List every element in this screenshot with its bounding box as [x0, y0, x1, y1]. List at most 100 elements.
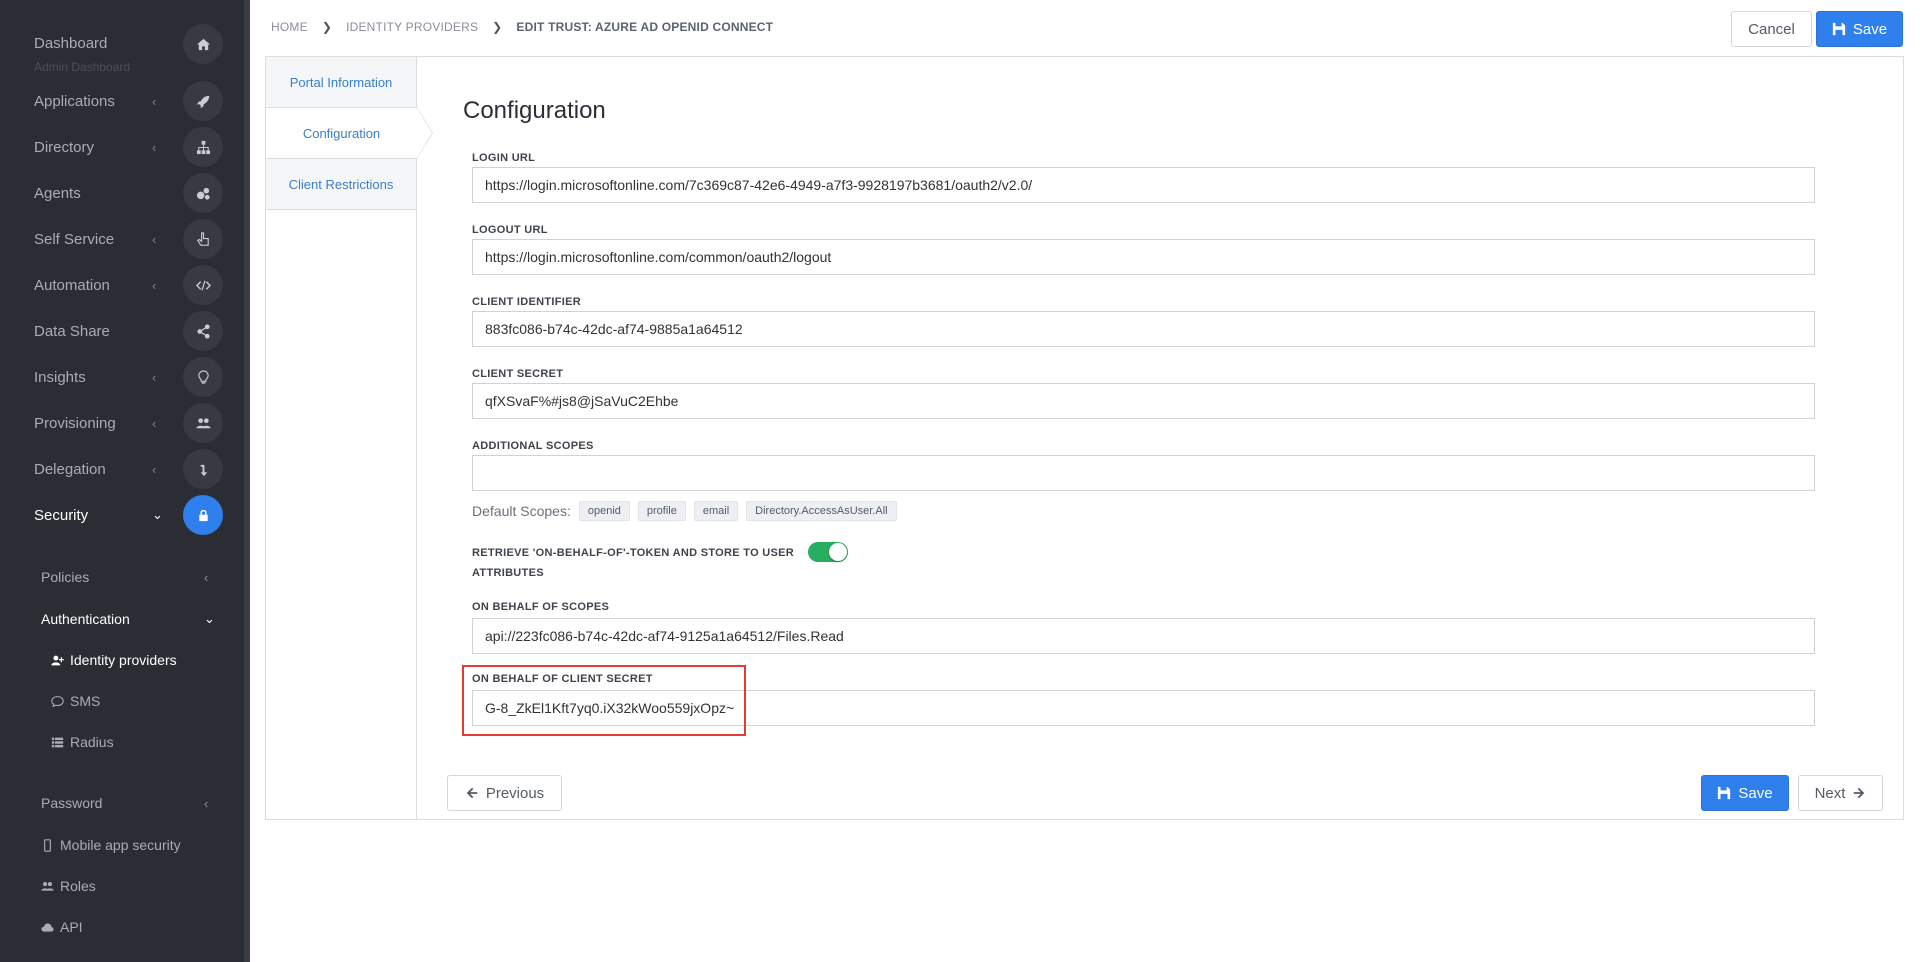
login-url-label: LOGIN URL	[472, 152, 536, 164]
nav-label: Self Service	[34, 230, 115, 248]
subnav-item-mobile-app-security[interactable]: Mobile app security	[0, 830, 244, 860]
nav-item-delegation[interactable]: Delegation ‹	[0, 446, 244, 492]
nav-label: Directory	[34, 138, 95, 156]
subnav-item-radius[interactable]: Radius	[0, 727, 244, 757]
nav-label: Dashboard	[34, 35, 108, 52]
subnav-label-wrap: Identity providers	[51, 652, 177, 668]
previous-button[interactable]: Previous	[447, 775, 562, 811]
obo-token-toggle-label: RETRIEVE 'ON-BEHALF-OF'-TOKEN AND STORE …	[472, 547, 795, 579]
nav-item-data-share[interactable]: Data Share	[0, 308, 244, 354]
nav-label: Insights	[34, 368, 86, 386]
mobile-icon	[44, 838, 51, 852]
nav-label: Provisioning	[34, 414, 116, 432]
subnav-label-wrap: SMS	[51, 693, 100, 709]
nav-label: Agents	[34, 184, 81, 202]
obo-token-toggle[interactable]	[808, 542, 848, 562]
main-nav: Dashboard Admin Dashboard Applications ‹…	[0, 0, 244, 541]
tab-label: Configuration	[302, 125, 381, 141]
subnav-label: Password	[41, 795, 103, 811]
additional-scopes-input[interactable]	[472, 455, 1815, 491]
next-button[interactable]: Next	[1798, 775, 1883, 811]
tab-client-restrictions[interactable]: Client Restrictions	[266, 159, 417, 210]
nav-item-agents[interactable]: Agents	[0, 170, 244, 216]
breadcrumb-home[interactable]: HOME	[271, 20, 308, 34]
client-secret-input[interactable]	[472, 383, 1815, 419]
lock-icon	[183, 495, 223, 535]
scope-tag: email	[693, 501, 739, 521]
edit-trust-panel: Portal Information Configuration Client …	[265, 56, 1904, 820]
subnav-label-wrap: Roles	[41, 878, 96, 894]
footer-save-button-label: Save	[1738, 784, 1773, 802]
subnav-label-wrap: Mobile app security	[41, 837, 181, 853]
dashboard-subtitle: Admin Dashboard	[34, 60, 131, 74]
save-button[interactable]: Save	[1816, 11, 1903, 47]
subnav-label: Roles	[60, 878, 96, 894]
subnav-item-policies[interactable]: Policies ‹	[0, 562, 244, 592]
users-icon	[41, 881, 54, 891]
scope-tag: Directory.AccessAsUser.All	[746, 501, 897, 521]
sidebar: Dashboard Admin Dashboard Applications ‹…	[0, 0, 250, 962]
additional-scopes-label: ADDITIONAL SCOPES	[472, 440, 594, 452]
nav-item-security[interactable]: Security ⌄	[0, 492, 244, 538]
chevron-right-icon: ❯	[492, 20, 503, 34]
subnav-label: API	[60, 919, 83, 935]
tab-configuration[interactable]: Configuration	[266, 107, 433, 159]
breadcrumb-current: EDIT TRUST: AZURE AD OPENID CONNECT	[516, 20, 774, 34]
chevron-left-icon: ‹	[152, 369, 157, 385]
logout-url-input[interactable]	[472, 239, 1815, 275]
nav-item-directory[interactable]: Directory ‹	[0, 124, 244, 170]
next-button-label: Next	[1814, 784, 1846, 802]
nav-label: Security	[34, 506, 89, 524]
subnav-label: Policies	[41, 569, 90, 585]
obo-client-secret-input[interactable]	[472, 690, 1815, 726]
scope-tag: profile	[637, 501, 686, 521]
save-icon	[1718, 786, 1731, 800]
list-icon	[51, 737, 64, 747]
subnav-item-authentication[interactable]: Authentication ⌄	[0, 604, 244, 634]
tab-portal-information[interactable]: Portal Information	[266, 57, 417, 108]
client-identifier-label: CLIENT IDENTIFIER	[472, 296, 581, 308]
subnav-item-api[interactable]: API	[0, 912, 244, 942]
nav-item-automation[interactable]: Automation ‹	[0, 262, 244, 308]
nav-item-applications[interactable]: Applications ‹	[0, 78, 244, 124]
cancel-button[interactable]: Cancel	[1731, 11, 1812, 47]
breadcrumb: HOME ❯ IDENTITY PROVIDERS ❯ EDIT TRUST: …	[271, 20, 773, 34]
subnav-item-identity-providers[interactable]: Identity providers	[0, 645, 244, 675]
chevron-right-icon: ❯	[321, 20, 333, 34]
subnav-label: Identity providers	[70, 652, 177, 668]
nav-label: Applications	[34, 92, 115, 110]
chevron-left-icon: ‹	[152, 277, 157, 293]
nav-label: Delegation	[34, 460, 106, 478]
sidebar-edge	[244, 0, 250, 962]
wizard-tabs: Portal Information Configuration Client …	[266, 57, 433, 210]
chevron-left-icon: ‹	[204, 795, 209, 811]
users-icon	[183, 403, 223, 443]
subnav-item-roles[interactable]: Roles	[0, 871, 244, 901]
subnav-label: Mobile app security	[60, 837, 181, 853]
security-subnav: Policies ‹ Authentication ⌄ Identity pro…	[0, 541, 244, 962]
toggle-knob	[829, 543, 847, 561]
chevron-left-icon: ‹	[152, 93, 157, 109]
subnav-label: Authentication	[41, 611, 130, 627]
home-icon	[183, 24, 223, 64]
login-url-input[interactable]	[472, 167, 1815, 203]
nav-item-provisioning[interactable]: Provisioning ‹	[0, 400, 244, 446]
obo-scopes-input[interactable]	[472, 618, 1815, 654]
footer-save-button[interactable]: Save	[1701, 775, 1789, 811]
code-icon	[183, 265, 223, 305]
obo-client-secret-label: ON BEHALF OF CLIENT SECRET	[472, 673, 653, 685]
sitemap-icon	[183, 127, 223, 167]
arrow-left-icon	[466, 787, 478, 799]
chevron-left-icon: ‹	[152, 461, 157, 477]
subnav-item-sms[interactable]: SMS	[0, 686, 244, 716]
tab-label: Client Restrictions	[288, 176, 394, 192]
scope-tag: openid	[578, 501, 630, 521]
nav-item-insights[interactable]: Insights ‹	[0, 354, 244, 400]
chevron-down-icon: ⌄	[152, 507, 163, 522]
share-icon	[183, 311, 223, 351]
nav-item-self-service[interactable]: Self Service ‹	[0, 216, 244, 262]
subnav-item-password[interactable]: Password ‹	[0, 788, 244, 818]
breadcrumb-identity-providers[interactable]: IDENTITY PROVIDERS	[346, 20, 478, 34]
configuration-form: Configuration LOGIN URL LOGOUT URL CLIEN…	[417, 57, 1904, 819]
client-identifier-input[interactable]	[472, 311, 1815, 347]
